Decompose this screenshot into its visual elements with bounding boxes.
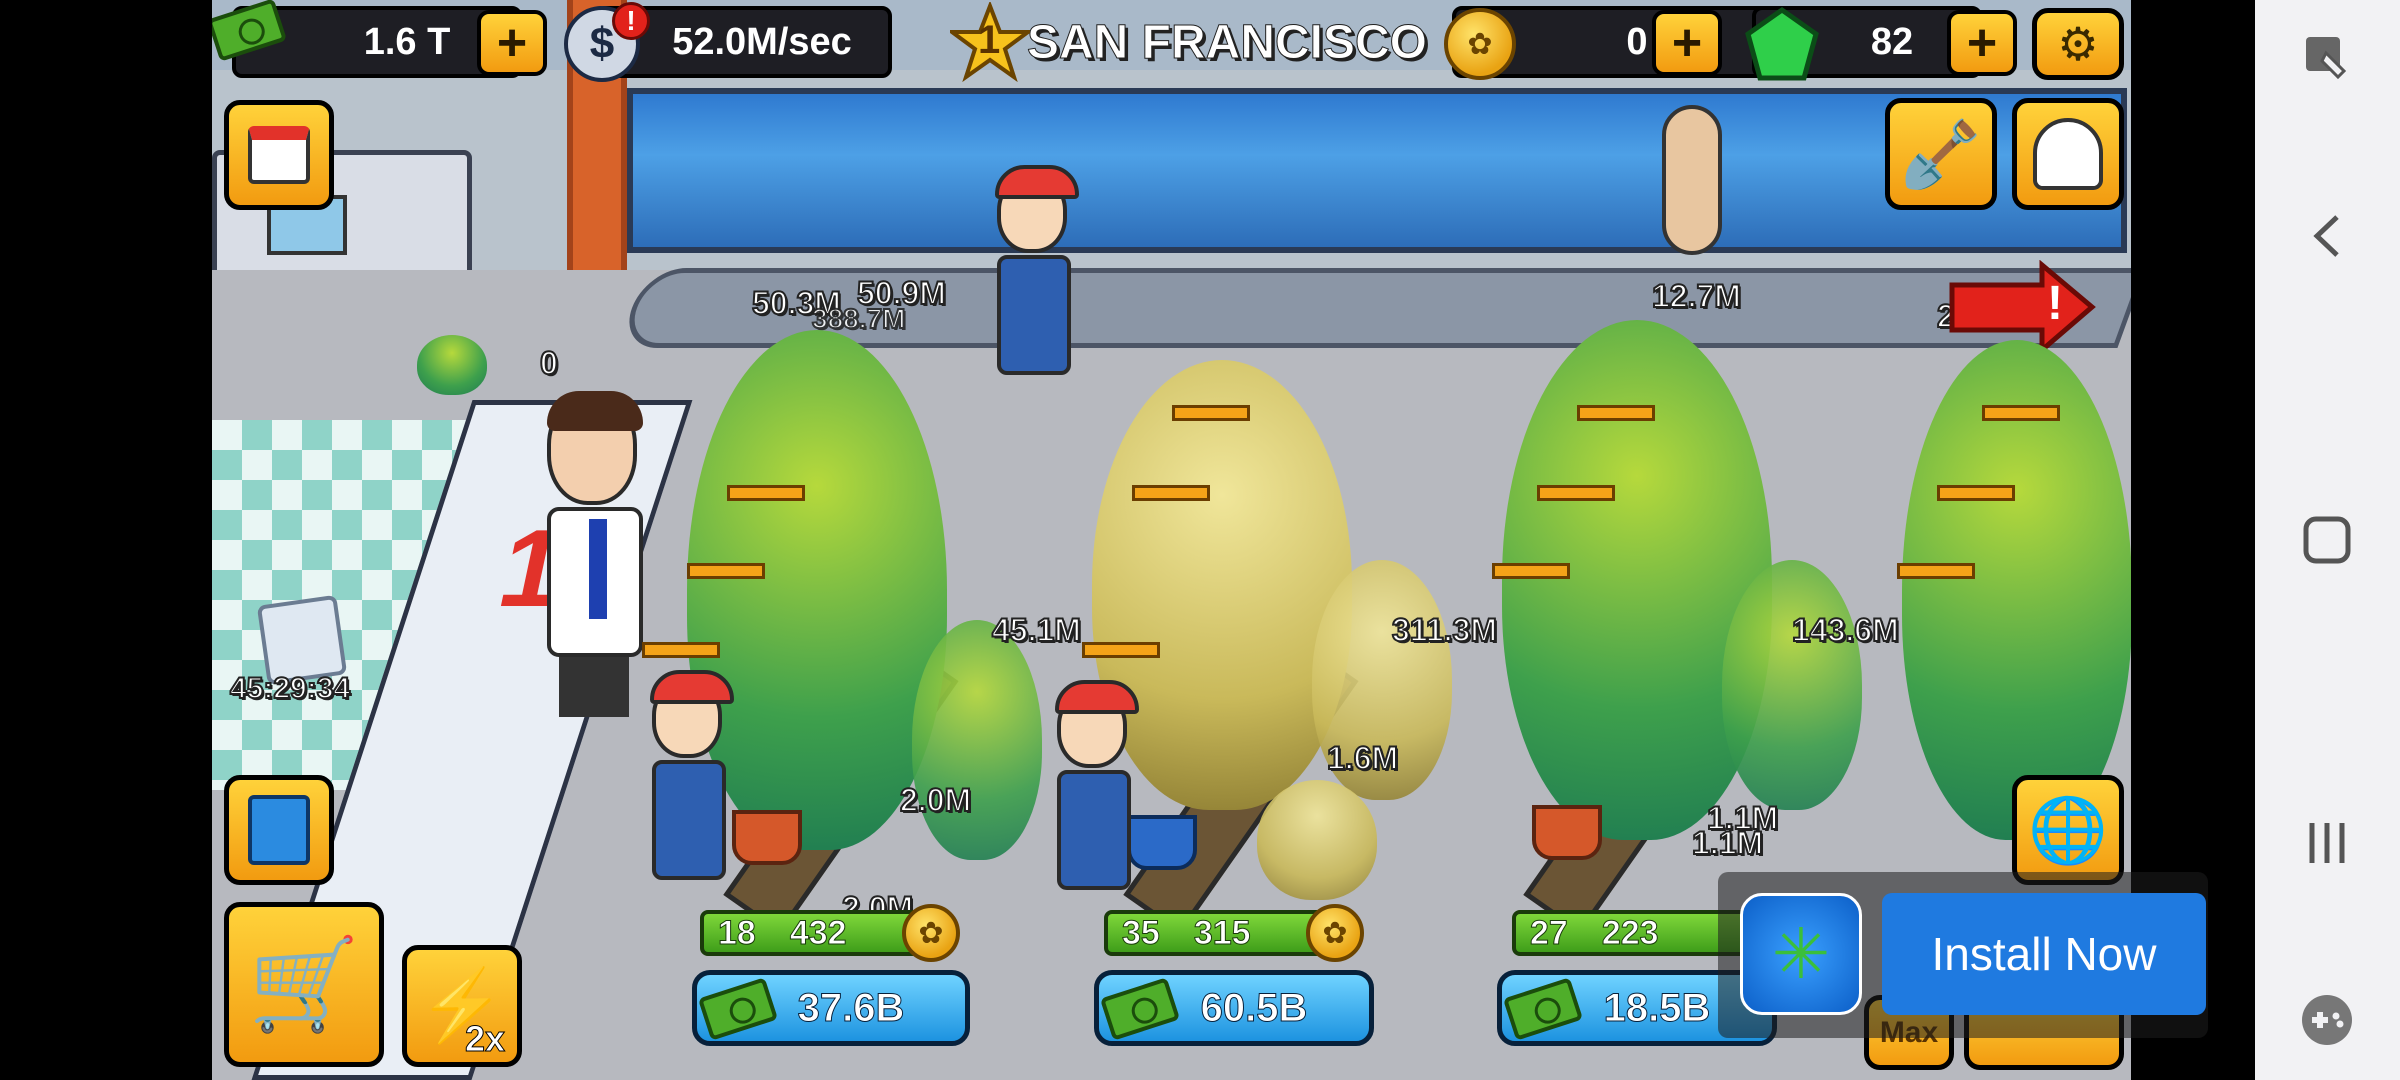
progress-bar <box>687 563 765 579</box>
coins-value: 0 <box>1626 20 1648 63</box>
calendar-icon <box>248 126 310 184</box>
row1-upgrade-cost: 37.6B <box>797 985 905 1030</box>
row3-level-bar: 27 223 <box>1512 910 1752 956</box>
boost-button[interactable]: ⚡ 2x <box>402 945 522 1067</box>
progress-bar <box>1982 405 2060 421</box>
profile-icon <box>2033 118 2103 190</box>
progress-bar <box>1132 485 1210 501</box>
row2-upgrade-button[interactable]: 60.5B <box>1094 970 1374 1046</box>
progress-bar <box>1577 405 1655 421</box>
install-now-button[interactable]: Install Now <box>1882 893 2206 1015</box>
alert-arrow-label: ! <box>2047 277 2063 330</box>
plant-pot <box>1127 815 1197 870</box>
row2-value: 311.3M <box>1391 611 1498 649</box>
boost-multiplier: 2x <box>464 1018 505 1060</box>
row1-coin-icon: ✿ <box>902 904 960 962</box>
progress-bar <box>642 642 720 658</box>
ad-app-icon[interactable]: ✳ <box>1740 893 1862 1015</box>
row2-count: 315 <box>1193 913 1251 952</box>
cart-icon: 🛒 <box>247 935 361 1035</box>
seedlings-row2 <box>1257 780 1377 900</box>
row2-upgrade-cost: 60.5B <box>1200 985 1308 1030</box>
row1-value: 45.1M <box>991 611 1082 649</box>
gardener-row1[interactable] <box>650 670 734 880</box>
profile-button[interactable] <box>2012 98 2124 210</box>
cash-icon <box>212 0 288 62</box>
reception-count: 0 <box>539 344 559 382</box>
income-rate: 52.0M/sec <box>672 20 852 63</box>
cash-value: 1.6 T <box>363 20 451 63</box>
progress-bar <box>1492 563 1570 579</box>
gems-value: 82 <box>1870 20 1914 63</box>
conveyor-value: 12.7M <box>1651 277 1742 315</box>
shovel-button[interactable]: 🪏 <box>1885 98 1997 210</box>
plant-row2[interactable] <box>1092 360 1352 810</box>
seedlings-row1 <box>912 620 1042 860</box>
book-icon <box>248 795 310 865</box>
row3-count: 223 <box>1601 913 1659 952</box>
gear-icon: ⚙ <box>2057 18 2099 70</box>
recents-icon[interactable] <box>2299 815 2355 871</box>
progress-bar <box>1937 485 2015 501</box>
row3-level: 27 <box>1530 913 1569 952</box>
progress-bar <box>1897 563 1975 579</box>
gold-coin-icon: ✿ <box>1444 8 1516 80</box>
gardener-row2[interactable] <box>1055 680 1139 890</box>
progress-bar <box>727 485 805 501</box>
city-level: 1 <box>978 18 1001 62</box>
home-icon[interactable] <box>2299 512 2355 568</box>
plant-pot <box>732 810 802 865</box>
row2-coin-icon: ✿ <box>1306 904 1364 962</box>
row1-upgrade-button[interactable]: 37.6B <box>692 970 970 1046</box>
game-tools-icon[interactable] <box>2299 992 2355 1048</box>
carrier-worker[interactable] <box>995 165 1079 375</box>
row1-level: 18 <box>718 913 757 952</box>
row2-level: 35 <box>1122 913 1161 952</box>
shop-cart-button[interactable]: 🛒 <box>224 902 384 1067</box>
row1-value: 2.0M <box>899 781 972 819</box>
world-map-button[interactable]: 🌐 <box>2012 775 2124 885</box>
guide-button[interactable] <box>224 775 334 885</box>
system-navigation-bar <box>2255 0 2400 1080</box>
income-alert-badge: ! <box>612 2 650 40</box>
progress-bar <box>1082 642 1160 658</box>
row1-count: 432 <box>789 913 847 952</box>
add-cash-button[interactable]: + <box>477 10 547 76</box>
back-icon[interactable] <box>2299 208 2355 264</box>
city-name: SAN FRANCISCO <box>1026 15 1428 69</box>
row2-value: 1.6M <box>1326 739 1399 777</box>
plant-pot <box>1532 805 1602 860</box>
settings-button[interactable]: ⚙ <box>2032 8 2124 80</box>
manager-character[interactable] <box>547 391 643 717</box>
cash-icon <box>1099 977 1181 1041</box>
cash-icon <box>697 977 779 1041</box>
calendar-button[interactable] <box>224 100 334 210</box>
row3-value: 143.6M <box>1791 611 1900 649</box>
mystery-box-timer: 45:29:34 <box>229 671 351 706</box>
cash-icon <box>1502 977 1584 1041</box>
progress-bar <box>1172 405 1250 421</box>
add-gems-button[interactable]: + <box>1947 10 2017 76</box>
globe-icon: 🌐 <box>2028 793 2108 866</box>
plant-row1[interactable] <box>687 330 947 850</box>
seedlings-row3 <box>1722 560 1862 810</box>
add-coins-button[interactable]: + <box>1652 10 1722 76</box>
plant-row3[interactable] <box>1502 320 1772 840</box>
screen-touch-icon[interactable] <box>2299 30 2355 86</box>
row3-value: 1.1M <box>1691 824 1764 862</box>
customer-character <box>1662 105 1722 255</box>
progress-bar <box>1537 485 1615 501</box>
row3-upgrade-cost: 18.5B <box>1603 985 1711 1030</box>
reception-plant-icon <box>417 335 487 395</box>
shovel-icon: 🪏 <box>1901 117 1981 190</box>
gem-icon <box>1742 6 1822 86</box>
